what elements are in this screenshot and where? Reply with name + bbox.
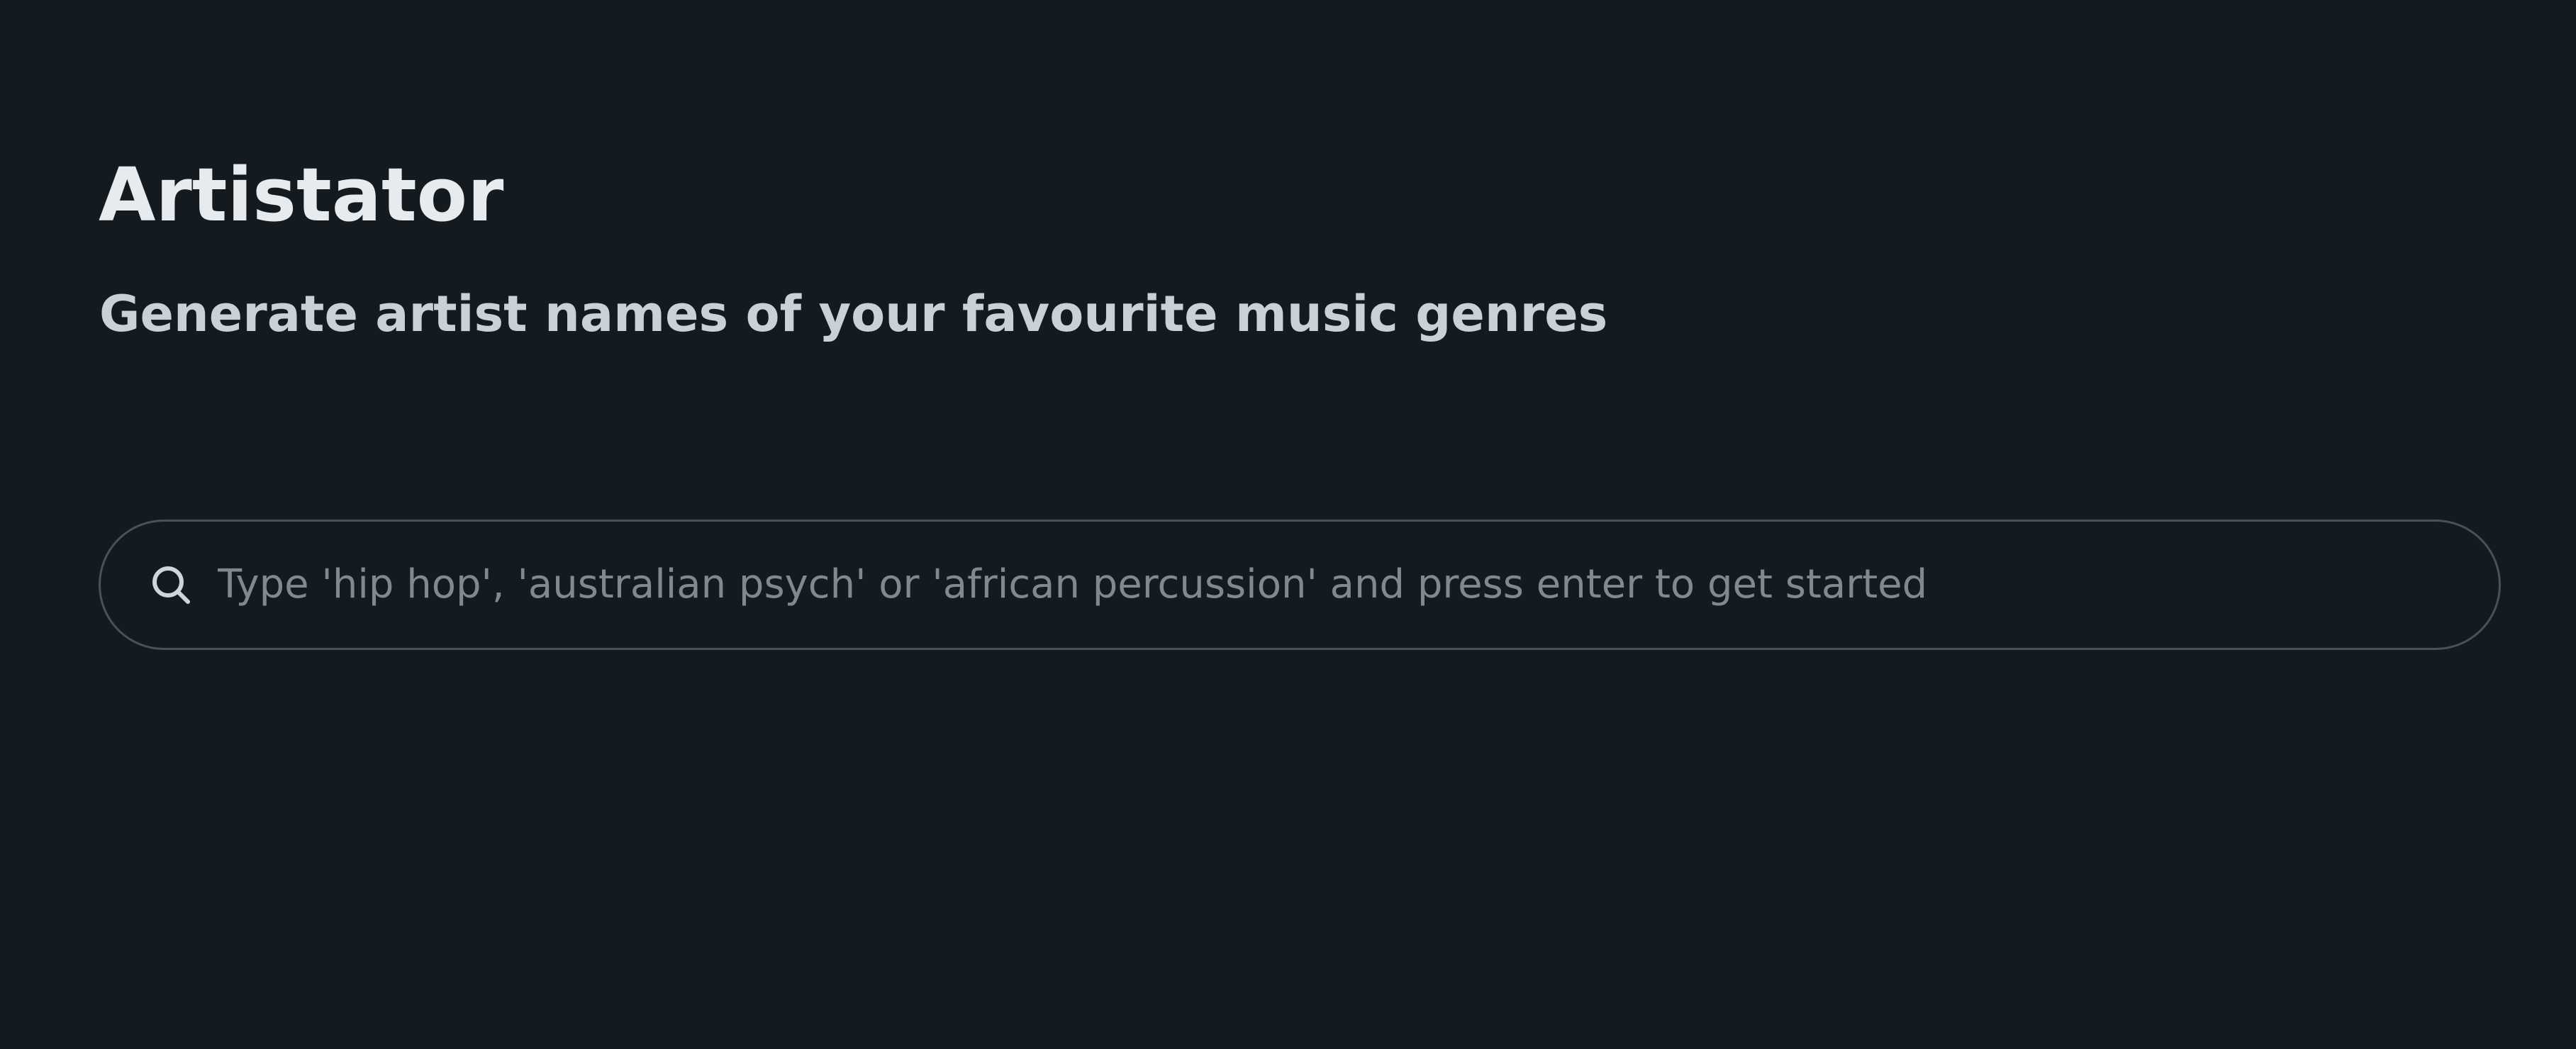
genre-search-box[interactable] [99,520,2501,650]
page-subtitle: Generate artist names of your favourite … [99,285,1608,343]
page-title: Artistator [99,152,504,238]
app-root: Artistator Generate artist names of your… [0,0,2576,1049]
search-icon [152,566,190,604]
genre-search-input[interactable] [218,539,2465,631]
